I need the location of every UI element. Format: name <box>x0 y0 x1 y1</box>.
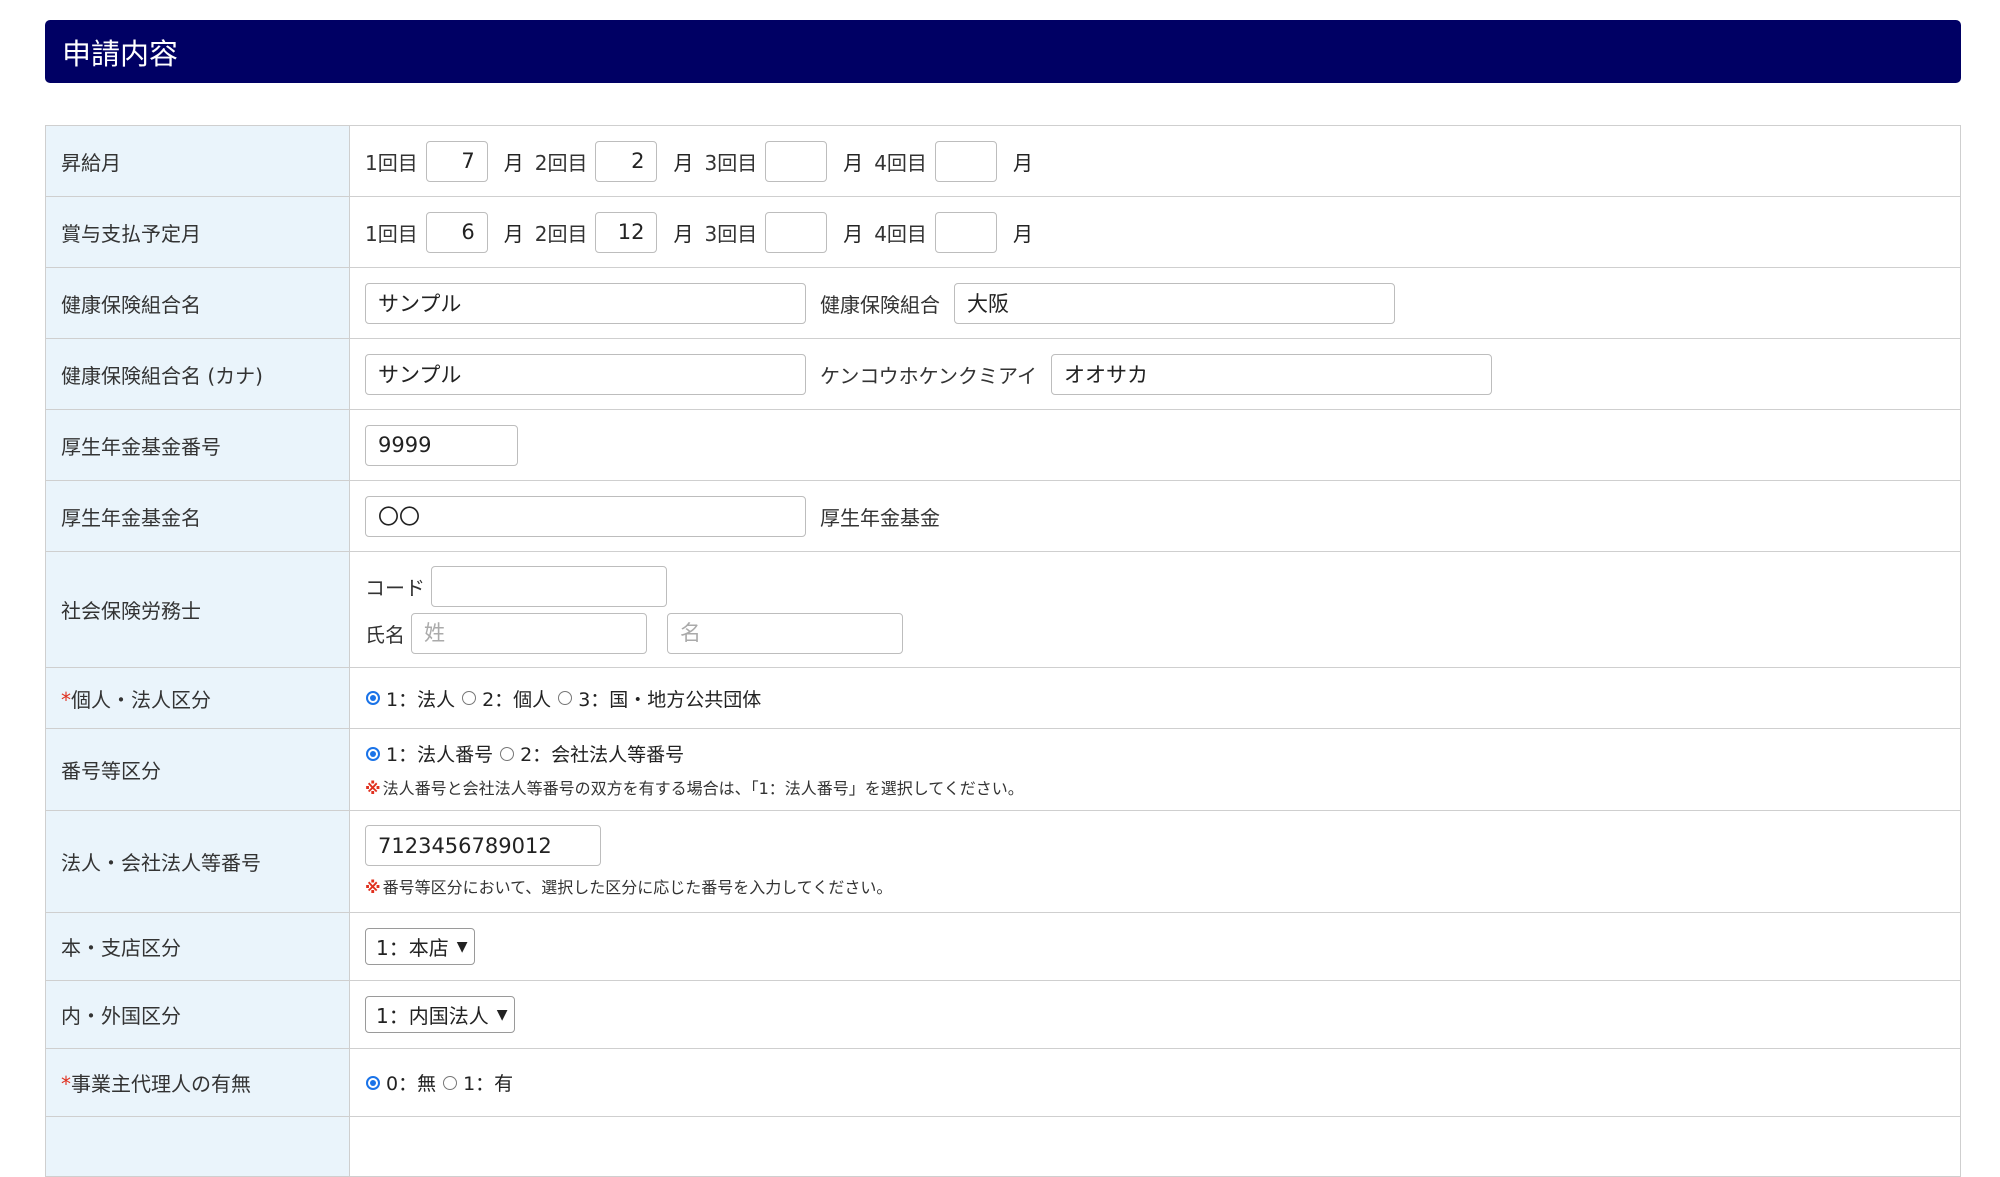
kojin-hojin-option-1[interactable]: 1：法人 <box>365 685 455 712</box>
dairinin-option-0[interactable]: 0：無 <box>365 1069 436 1096</box>
row-shoyo: 賞与支払予定月 1回目 月 2回目 月 3回目 月 4回目 月 <box>45 196 1961 268</box>
application-form-table: 昇給月 1回目 月 2回目 月 3回目 月 4回目 月 賞与支払予定月 1回目 <box>45 125 1961 1177</box>
shoyo-4-unit: 月 <box>1012 221 1033 246</box>
kosei-name-input[interactable] <box>365 495 806 537</box>
kenpo-middle-label: 健康保険組合 <box>820 292 940 317</box>
chevron-down-icon: ▼ <box>456 938 468 955</box>
shoyo-4-label: 4回目 <box>874 221 927 246</box>
row-bango-kubun: 番号等区分 1：法人番号 2：会社法人等番号 ※ 法人番号と会社法人等番号の双方を… <box>45 728 1961 811</box>
bango-kubun-option-1[interactable]: 1：法人番号 <box>365 740 493 767</box>
shokyu-3-input[interactable] <box>765 140 828 182</box>
label-sharoushi: 社会保険労務士 <box>45 551 350 668</box>
label-bango-kubun: 番号等区分 <box>45 728 350 811</box>
radio-unselected[interactable] <box>500 746 515 761</box>
row-kenpo-kana: 健康保険組合名 (カナ) ケンコウホケンクミアイ <box>45 338 1961 410</box>
sharoushi-mei-input[interactable] <box>667 612 903 654</box>
label-naigai: 内・外国区分 <box>45 980 350 1049</box>
shokyu-1-label: 1回目 <box>365 150 418 175</box>
required-mark: * <box>61 1072 71 1096</box>
shokyu-2-label: 2回目 <box>534 150 588 175</box>
row-next <box>45 1116 1961 1177</box>
sharoushi-code-label: コード <box>365 575 425 600</box>
row-kosei-no: 厚生年金基金番号 <box>45 409 1961 481</box>
shoyo-2-unit: 月 <box>673 221 694 246</box>
kenpo-kana-name-input[interactable] <box>365 353 806 395</box>
honshiten-select[interactable]: 1：本店 ▼ <box>365 928 475 965</box>
shokyu-3-unit: 月 <box>843 150 864 175</box>
chevron-down-icon: ▼ <box>496 1006 508 1023</box>
shokyu-3-label: 3回目 <box>704 150 758 175</box>
label-kenpo-kana: 健康保険組合名 (カナ) <box>45 338 350 410</box>
note-mark: ※ <box>365 878 381 897</box>
kosei-name-suffix: 厚生年金基金 <box>820 505 940 530</box>
radio-unselected[interactable] <box>558 691 573 705</box>
radio-selected[interactable] <box>366 691 380 705</box>
hojin-bango-input[interactable] <box>365 825 601 866</box>
radio-selected[interactable] <box>366 1075 380 1090</box>
label-kosei-no: 厚生年金基金番号 <box>45 409 350 481</box>
shoyo-2-input[interactable] <box>595 211 658 253</box>
label-dairinin: 事業主代理人の有無 <box>71 1072 251 1096</box>
shoyo-1-unit: 月 <box>503 221 524 246</box>
shoyo-3-label: 3回目 <box>704 221 758 246</box>
hojin-bango-note: ※ 番号等区分において、選択した区分に応じた番号を入力してください。 <box>365 878 893 897</box>
row-dairinin: *事業主代理人の有無 0：無 1：有 <box>45 1048 1961 1117</box>
bango-kubun-option-2[interactable]: 2：会社法人等番号 <box>499 740 684 767</box>
row-shokyu: 昇給月 1回目 月 2回目 月 3回目 月 4回目 月 <box>45 125 1961 197</box>
radio-unselected[interactable] <box>443 1075 458 1090</box>
kenpo-name-input[interactable] <box>365 282 806 324</box>
kenpo-region-input[interactable] <box>954 282 1395 324</box>
shokyu-4-unit: 月 <box>1012 150 1033 175</box>
label-hojin-bango: 法人・会社法人等番号 <box>45 810 350 913</box>
section-title: 申請内容 <box>62 36 179 71</box>
required-mark: * <box>61 687 71 712</box>
note-mark: ※ <box>365 779 381 798</box>
kojin-hojin-option-3[interactable]: 3：国・地方公共団体 <box>557 685 761 712</box>
label-kojin-hojin: 個人・法人区分 <box>71 687 211 712</box>
row-kosei-name: 厚生年金基金名 厚生年金基金 <box>45 480 1961 552</box>
sharoushi-sei-input[interactable] <box>411 612 647 654</box>
label-shokyu: 昇給月 <box>45 125 350 197</box>
radio-selected[interactable] <box>366 746 380 761</box>
shokyu-2-unit: 月 <box>673 150 694 175</box>
label-shoyo: 賞与支払予定月 <box>45 196 350 268</box>
row-sharoushi: 社会保険労務士 コード 氏名 <box>45 551 1961 668</box>
shokyu-4-label: 4回目 <box>874 150 927 175</box>
label-honshiten: 本・支店区分 <box>45 912 350 981</box>
shoyo-1-input[interactable] <box>425 211 488 253</box>
shoyo-3-unit: 月 <box>843 221 864 246</box>
row-hojin-bango: 法人・会社法人等番号 ※番号等区分において、選択した区分に応じた番号を入力してく… <box>45 810 1961 913</box>
row-kojin-hojin: *個人・法人区分 1：法人 2：個人 3：国・地方公共団体 <box>45 667 1961 729</box>
shokyu-4-input[interactable] <box>934 140 997 182</box>
shoyo-1-label: 1回目 <box>365 221 418 246</box>
shokyu-2-input[interactable] <box>595 140 658 182</box>
row-kenpo: 健康保険組合名 健康保険組合 <box>45 267 1961 339</box>
radio-unselected[interactable] <box>462 691 477 705</box>
sharoushi-name-label: 氏名 <box>365 622 405 647</box>
shoyo-2-label: 2回目 <box>534 221 588 246</box>
shokyu-1-input[interactable] <box>425 140 488 182</box>
naigai-select[interactable]: 1：内国法人 ▼ <box>365 996 515 1033</box>
dairinin-option-1[interactable]: 1：有 <box>442 1069 513 1096</box>
kenpo-kana-middle-label: ケンコウホケンクミアイ <box>820 363 1037 388</box>
row-honshiten: 本・支店区分 1：本店 ▼ <box>45 912 1961 981</box>
label-kenpo: 健康保険組合名 <box>45 267 350 339</box>
row-naigai: 内・外国区分 1：内国法人 ▼ <box>45 980 1961 1049</box>
sharoushi-code-input[interactable] <box>431 565 667 607</box>
kojin-hojin-option-2[interactable]: 2：個人 <box>461 685 551 712</box>
shokyu-1-unit: 月 <box>503 150 524 175</box>
bango-kubun-note: ※ 法人番号と会社法人等番号の双方を有する場合は、「1：法人番号」を選択してくださ… <box>365 779 1024 798</box>
section-header: 申請内容 <box>45 20 1961 83</box>
kosei-no-input[interactable] <box>365 424 518 466</box>
kenpo-kana-region-input[interactable] <box>1051 353 1492 395</box>
label-kosei-name: 厚生年金基金名 <box>45 480 350 552</box>
shoyo-4-input[interactable] <box>934 211 997 253</box>
shoyo-3-input[interactable] <box>765 211 828 253</box>
